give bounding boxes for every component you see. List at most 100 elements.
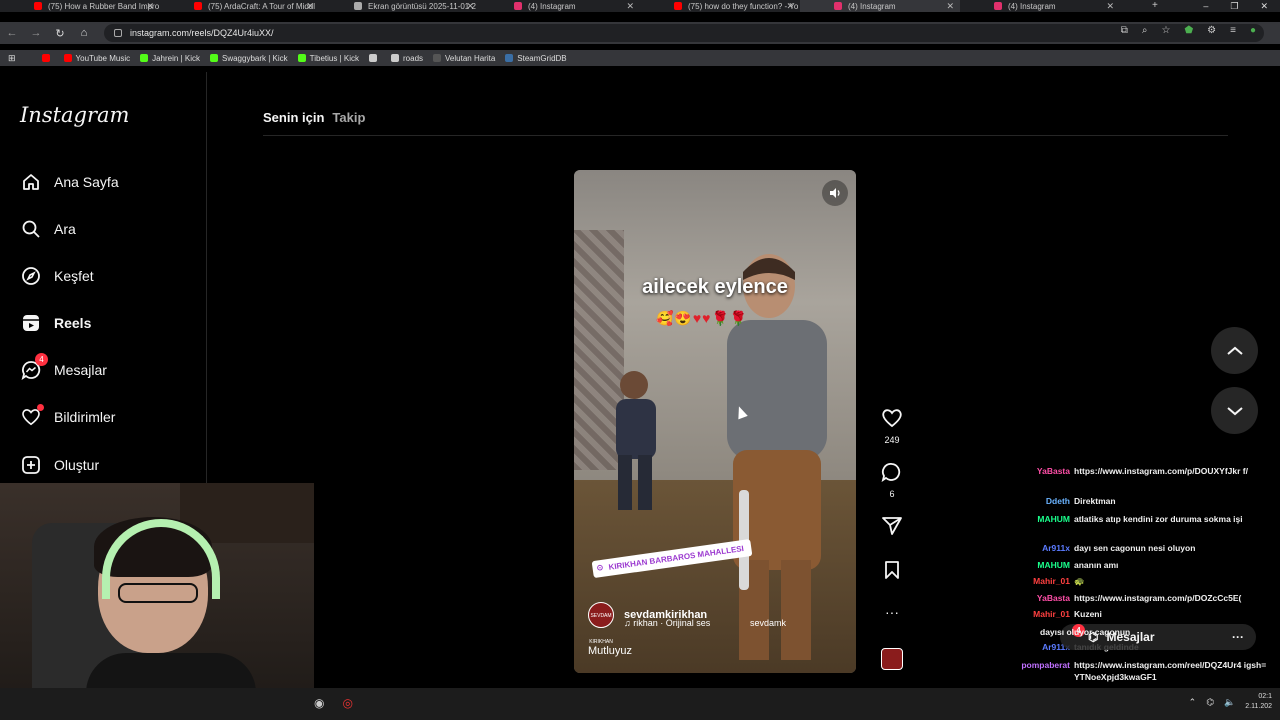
search-icon (20, 218, 42, 240)
tab-close-icon[interactable]: ✕ (626, 1, 634, 12)
tab-label: (4) Instagram (528, 1, 576, 11)
sidebar-item-reels[interactable]: Reels (20, 311, 91, 335)
bookmark-label: YouTube Music (75, 53, 131, 63)
install-app-icon[interactable]: ⧉ (1121, 25, 1128, 36)
bookmark-icon[interactable] (883, 560, 901, 580)
instagram-logo[interactable]: Instagram (20, 103, 129, 127)
site-info-icon[interactable] (114, 29, 122, 37)
sidebar-item-search[interactable]: Ara (20, 217, 76, 241)
zoom-icon[interactable]: ⌕ (1142, 25, 1148, 36)
home-browser-icon[interactable]: ⌂ (72, 27, 96, 39)
browser-tab[interactable]: Ekran görüntüsü 2025-11-01 2 ✕ (320, 0, 480, 12)
heart-icon[interactable] (881, 408, 903, 428)
minimize-icon[interactable]: – (1203, 1, 1208, 11)
clock-date: 2.11.202 (1245, 703, 1272, 710)
bookmark-item[interactable]: Swaggybark | Kick (209, 53, 288, 63)
tab-close-icon[interactable]: ✕ (306, 1, 314, 12)
chat-message: Mahir_01 🐢 (1012, 575, 1268, 587)
audio-thumbnail[interactable] (881, 648, 903, 670)
sidebar-item-heart[interactable]: Bildirimler (20, 404, 116, 429)
comment-icon[interactable] (881, 462, 903, 483)
forward-icon[interactable]: → (24, 27, 48, 39)
close-window-icon[interactable]: ✕ (1260, 1, 1268, 12)
tab-close-icon[interactable]: ✕ (786, 1, 794, 12)
tab-for-you[interactable]: Senin için (263, 110, 324, 125)
back-icon[interactable]: ← (0, 27, 24, 39)
sound-toggle[interactable] (822, 180, 848, 206)
feed-tab-divider (263, 135, 1228, 136)
sidebar-item-home[interactable]: Ana Sayfa (20, 170, 119, 194)
sidebar-item-label: Bildirimler (54, 409, 116, 425)
messages-bar-more-icon[interactable]: ··· (1232, 630, 1244, 644)
sidebar-item-plus-square[interactable]: Oluştur (20, 453, 99, 477)
browser-tab[interactable]: (4) Instagram ✕ (480, 0, 640, 12)
profile-icon[interactable]: ● (1250, 25, 1256, 36)
bookmark-item[interactable] (369, 54, 381, 63)
tray-chevron-icon[interactable]: ⌃ (1189, 697, 1197, 708)
window-controls: – ❐ ✕ (1203, 0, 1280, 12)
bookmark-label: Swaggybark | Kick (221, 53, 288, 63)
bookmark-star-icon[interactable]: ☆ (1161, 25, 1170, 36)
chat-username: Mahir_01 (1033, 576, 1070, 586)
steam-icon[interactable]: ◉ (314, 696, 324, 710)
bookmark-item[interactable]: Velutan Harita (433, 54, 495, 63)
url-bar[interactable]: instagram.com/reels/DQZ4Ur4iuXX/ (104, 24, 1264, 42)
tab-favicon-icon (354, 2, 362, 10)
tab-favicon-icon (194, 2, 202, 10)
webcam-glasses (118, 583, 198, 603)
like-action[interactable]: 249 (879, 408, 905, 445)
tagged-user[interactable]: sevdamk (750, 618, 786, 628)
bookmark-item[interactable]: roads (391, 54, 423, 63)
reel-video[interactable]: ailecek eylence 🥰😍♥♥🌹🌹 KIRIKHAN BARBAROS… (574, 170, 856, 673)
tab-close-icon[interactable]: ✕ (1106, 1, 1114, 12)
apps-grid-icon[interactable]: ⊞ (8, 53, 16, 64)
comment-action[interactable]: 6 (879, 462, 905, 499)
bookmark-item[interactable]: Tibetius | Kick (297, 54, 359, 63)
shield-extension-icon[interactable]: ⬟ (1184, 25, 1193, 36)
author-avatar[interactable]: SEVDAM KIRIKHAN (588, 602, 614, 645)
tray-network-icon[interactable]: ⌬ (1206, 697, 1214, 708)
bookmark-label: roads (403, 53, 424, 63)
media-icon[interactable]: ≡ (1230, 25, 1236, 36)
restore-icon[interactable]: ❐ (1230, 1, 1238, 12)
browser-tab[interactable]: (75) ArdaCraft: A Tour of Middl ✕ (160, 0, 320, 12)
browser-tab[interactable]: (4) Instagram ✕ (960, 0, 1120, 12)
bookmark-item[interactable] (41, 54, 54, 63)
tab-close-icon[interactable]: ✕ (146, 1, 154, 12)
save-action[interactable] (879, 560, 905, 585)
chat-username: YaBasta (1036, 466, 1070, 476)
reel-audio[interactable]: ♫ rikhan · Orijinal ses (624, 618, 710, 628)
tray-volume-icon[interactable]: 🔈 (1224, 697, 1235, 708)
chat-username: pompaberat (1021, 660, 1070, 670)
tab-following[interactable]: Takip (332, 110, 365, 125)
sidebar-item-compass[interactable]: Keşfet (20, 264, 94, 288)
share-action[interactable] (879, 516, 905, 541)
taskbar-clock[interactable]: 02:1 2.11.202 (1245, 692, 1272, 712)
send-icon[interactable] (881, 516, 903, 536)
sidebar-item-label: Keşfet (54, 268, 94, 284)
sidebar-item-messenger[interactable]: 4 Mesajlar (20, 353, 107, 382)
browser-tab[interactable]: (75) How a Rubber Band Impro ✕ (0, 0, 160, 12)
video-child-small (616, 371, 656, 510)
compass-icon (20, 265, 42, 287)
previous-reel-button[interactable] (1211, 327, 1258, 374)
next-reel-button[interactable] (1211, 387, 1258, 434)
tab-close-icon[interactable]: ✕ (946, 1, 954, 12)
chat-message: YaBasta https://www.instagram.com/p/DOUXY… (1012, 465, 1268, 477)
bookmark-favicon-icon (505, 54, 514, 62)
reload-icon[interactable]: ↻ (48, 27, 72, 40)
more-options-icon[interactable]: ··· (879, 604, 905, 620)
browser-tab[interactable]: (75) how do they function? - Yo ✕ (640, 0, 800, 12)
chat-text: Kuzeni (1074, 609, 1102, 619)
bookmark-item[interactable]: Jahrein | Kick (140, 54, 200, 63)
bookmark-item[interactable]: YouTube Music (63, 53, 131, 63)
taskbar-apps: ◉ ◎ (314, 696, 353, 710)
tab-close-icon[interactable]: ✕ (466, 1, 474, 12)
bookmark-item[interactable]: SteamGridDB (505, 54, 567, 63)
browser-tab[interactable]: (4) Instagram ✕ (800, 0, 960, 12)
extensions-icon[interactable]: ⚙ (1207, 25, 1216, 36)
sidebar-item-label: Reels (54, 315, 92, 331)
chat-message: Mahir_01 Kuzeni (1012, 608, 1268, 620)
obs-icon[interactable]: ◎ (342, 696, 352, 710)
new-tab-button[interactable]: + (1152, 0, 1158, 11)
